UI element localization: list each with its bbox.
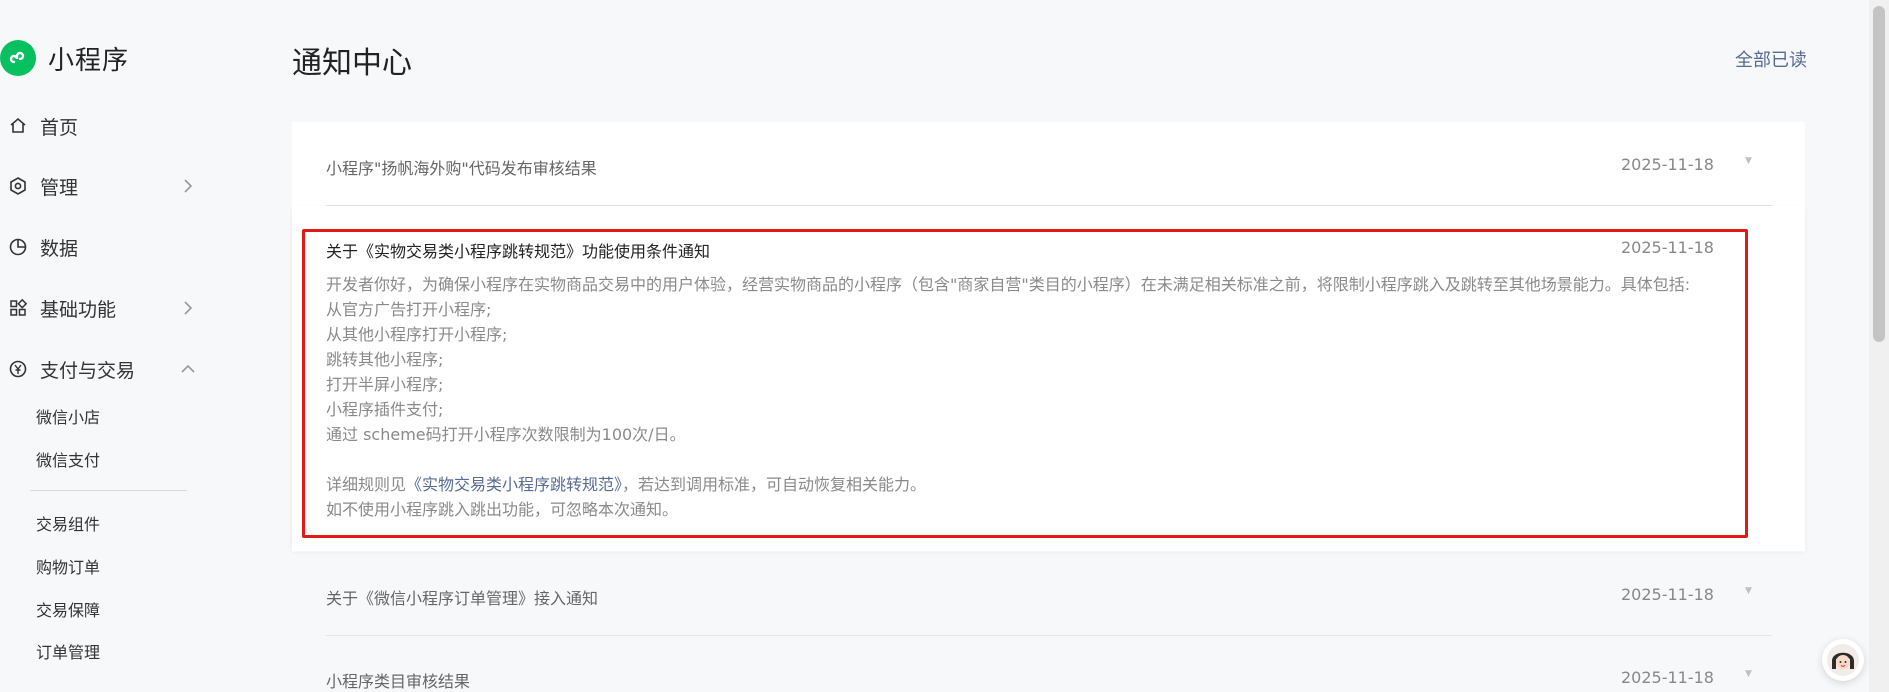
hexagon-settings-icon <box>6 174 30 198</box>
chevron-right-icon <box>184 179 193 193</box>
sidebar-item-data[interactable]: 数据 <box>0 231 200 263</box>
notice-date: 2025-11-18 <box>1621 668 1714 687</box>
ignore-note: 如不使用小程序跳入跳出功能，可忽略本次通知。 <box>326 500 679 519</box>
brand-name: 小程序 <box>48 45 130 76</box>
sidebar: 小程序 首页 管理 数据 基础功能 支付与交易 微信小店 微信支付 交易组件 购… <box>0 0 230 692</box>
notice-list-item: 小程序插件支付; <box>326 400 444 419</box>
notice-list-item: 打开半屏小程序; <box>326 375 444 394</box>
notice-title: 关于《微信小程序订单管理》接入通知 <box>326 589 599 608</box>
notice-list-item: 通过 scheme码打开小程序次数限制为100次/日。 <box>326 425 686 444</box>
avatar-icon <box>1827 644 1859 676</box>
assistant-avatar-button[interactable] <box>1822 639 1864 681</box>
notice-row[interactable]: 小程序"扬帆海外购"代码发布审核结果 2025-11-18 ▼ <box>292 122 1805 206</box>
chevron-down-icon[interactable]: ▼ <box>1745 586 1752 596</box>
sidebar-subitem[interactable]: 交易保障 <box>36 597 100 621</box>
sidebar-item-label: 首页 <box>40 116 79 139</box>
rule-link[interactable]: 《实物交易类小程序跳转规范》 <box>406 475 622 494</box>
notice-list-item: 跳转其他小程序; <box>326 350 444 369</box>
rule-suffix: ，若达到调用标准，可自动恢复相关能力。 <box>622 475 927 494</box>
notice-expanded[interactable]: 关于《实物交易类小程序跳转规范》功能使用条件通知 2025-11-18 开发者你… <box>292 206 1805 551</box>
notice-date: 2025-11-18 <box>1621 238 1714 257</box>
sidebar-item-pay[interactable]: 支付与交易 <box>0 353 200 385</box>
notice-intro: 开发者你好，为确保小程序在实物商品交易中的用户体验，经营实物商品的小程序（包含"… <box>326 275 1691 294</box>
sidebar-subitem[interactable]: 微信小店 <box>36 404 100 428</box>
sidebar-item-label: 基础功能 <box>40 298 117 321</box>
brand[interactable]: 小程序 <box>0 38 129 78</box>
sidebar-item-basic[interactable]: 基础功能 <box>0 292 200 324</box>
sidebar-item-manage[interactable]: 管理 <box>0 170 200 202</box>
rule-prefix: 详细规则见 <box>326 475 407 494</box>
chevron-right-icon <box>184 301 193 315</box>
sidebar-item-label: 管理 <box>40 176 79 199</box>
page-title: 通知中心 <box>292 46 412 81</box>
sidebar-item-label: 数据 <box>40 237 79 260</box>
scrollbar-thumb[interactable] <box>1873 6 1885 342</box>
scrollbar[interactable] <box>1869 0 1889 692</box>
notice-title: 小程序"扬帆海外购"代码发布审核结果 <box>326 159 597 178</box>
notice-title: 小程序类目审核结果 <box>326 672 471 691</box>
mark-all-read-link[interactable]: 全部已读 <box>1735 46 1807 72</box>
notice-body: 开发者你好，为确保小程序在实物商品交易中的用户体验，经营实物商品的小程序（包含"… <box>326 272 1690 522</box>
sidebar-item-home[interactable]: 首页 <box>0 110 200 142</box>
notice-list-item: 从官方广告打开小程序; <box>326 300 492 319</box>
yuan-icon <box>6 357 30 381</box>
sidebar-subitem[interactable]: 购物订单 <box>36 554 100 578</box>
sidebar-item-label: 支付与交易 <box>40 359 136 382</box>
notice-date: 2025-11-18 <box>1621 155 1714 174</box>
notice-row[interactable]: 小程序类目审核结果 2025-11-18 ▼ <box>292 636 1805 692</box>
chevron-down-icon[interactable]: ▼ <box>1745 156 1752 166</box>
notice-list-item: 从其他小程序打开小程序; <box>326 325 508 344</box>
chevron-up-icon <box>181 364 195 373</box>
chevron-down-icon[interactable]: ▼ <box>1745 669 1752 679</box>
notice-row[interactable]: 关于《微信小程序订单管理》接入通知 2025-11-18 ▼ <box>292 552 1805 636</box>
sidebar-subitem[interactable]: 订单管理 <box>36 639 100 663</box>
notice-date: 2025-11-18 <box>1621 585 1714 604</box>
sidebar-subitem[interactable]: 交易组件 <box>36 511 100 535</box>
mini-program-logo-icon <box>0 40 36 76</box>
sidebar-divider <box>30 490 187 491</box>
notice-title: 关于《实物交易类小程序跳转规范》功能使用条件通知 <box>326 242 711 261</box>
sidebar-subitem[interactable]: 微信支付 <box>36 447 100 471</box>
home-icon <box>6 114 30 138</box>
grid-icon <box>6 296 30 320</box>
pie-chart-icon <box>6 235 30 259</box>
